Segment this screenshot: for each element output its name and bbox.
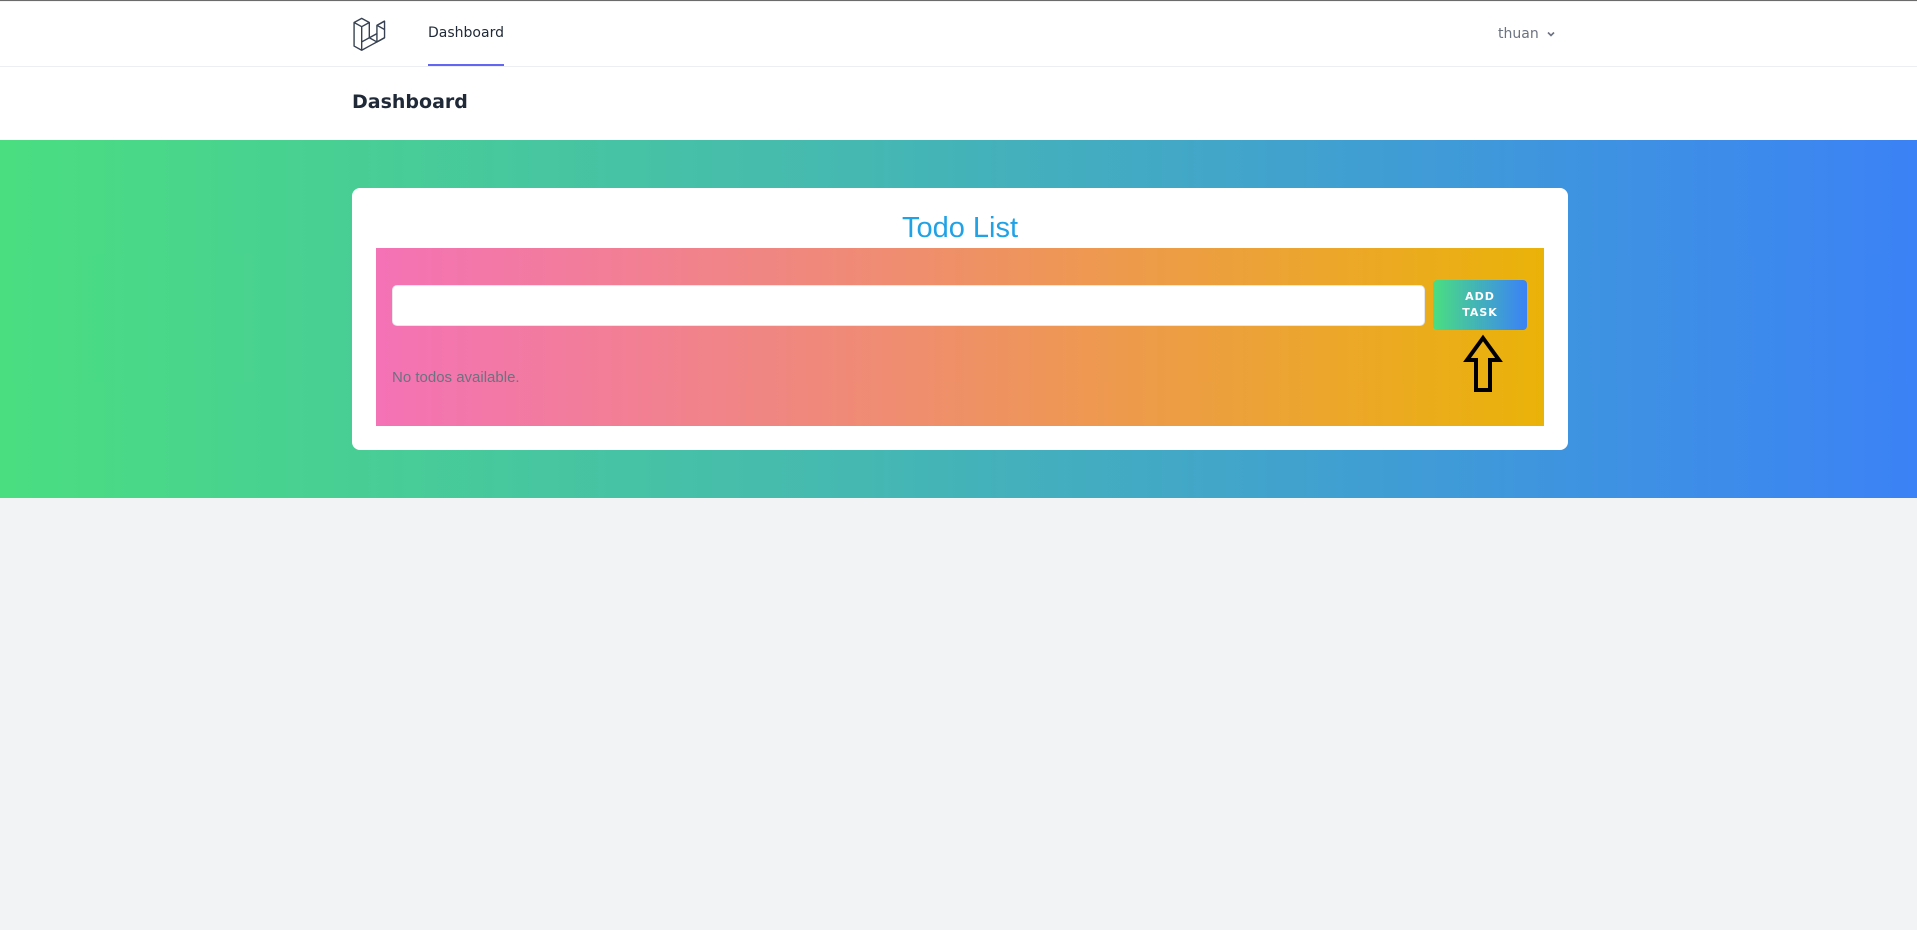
todo-panel: ADD TASK No todos available.: [376, 248, 1544, 426]
todo-list-title: Todo List: [901, 212, 1019, 244]
user-menu-dropdown[interactable]: thuan: [1498, 22, 1557, 46]
todo-card: Todo List ADD TASK No todos available.: [352, 188, 1568, 450]
page-header: Dashboard: [0, 67, 1917, 140]
add-task-button[interactable]: ADD TASK: [1433, 280, 1527, 330]
new-task-input[interactable]: [392, 285, 1425, 326]
page-title: Dashboard: [352, 91, 468, 113]
top-navigation: Dashboard thuan: [0, 2, 1917, 67]
laravel-logo-icon[interactable]: [352, 17, 388, 53]
up-arrow-icon: [1463, 334, 1503, 392]
empty-todos-message: No todos available.: [392, 369, 520, 386]
user-name: thuan: [1498, 26, 1539, 42]
nav-link-dashboard[interactable]: Dashboard: [428, 2, 504, 66]
chevron-down-icon: [1547, 31, 1555, 37]
hero-section: Todo List ADD TASK No todos available.: [0, 140, 1917, 498]
